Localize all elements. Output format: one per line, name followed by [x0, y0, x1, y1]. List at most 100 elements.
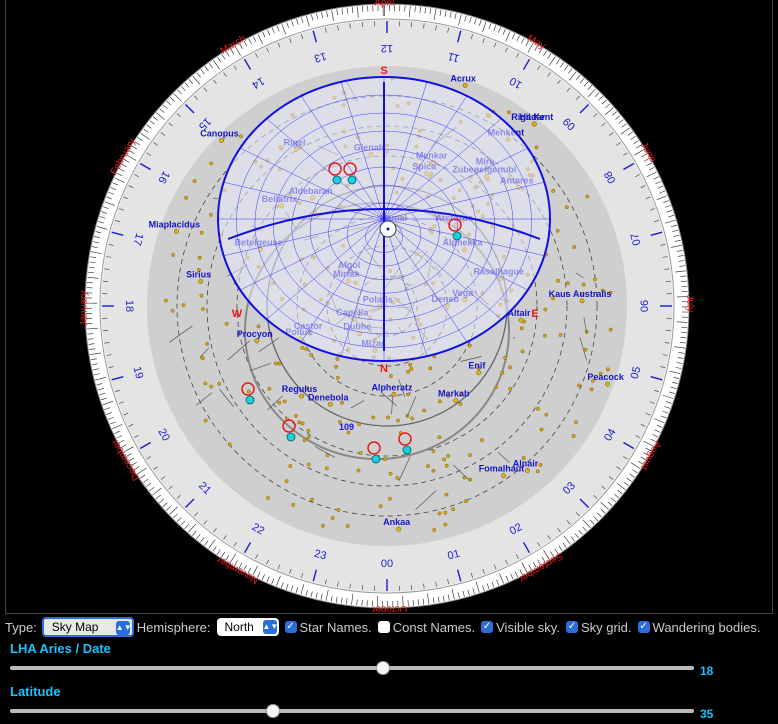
lha-slider-thumb[interactable] [375, 661, 390, 675]
sky-grid-checkbox[interactable]: ✓ [565, 621, 578, 633]
star-dot [437, 435, 442, 440]
star-dot [406, 392, 411, 397]
named-star [453, 398, 459, 404]
star-dot [310, 497, 314, 502]
star-label: Enif [468, 361, 486, 371]
hour-label: 00 [381, 558, 393, 570]
star-dot [209, 212, 213, 217]
star-dot [197, 255, 202, 260]
star-dot [302, 438, 307, 443]
hour-label: 18 [123, 300, 135, 312]
star-dot [238, 134, 243, 139]
star-dot [508, 365, 512, 370]
cardinal-north: N [380, 363, 388, 375]
star-dot [437, 511, 442, 516]
star-dot [294, 413, 298, 418]
star-dot [277, 400, 282, 405]
star-dot [444, 463, 449, 468]
star-dot [282, 399, 287, 404]
month-label: January [78, 291, 89, 327]
star-dot [205, 342, 209, 346]
planet-mars-2 [245, 395, 255, 405]
named-star [396, 526, 402, 532]
star-label: Alnair [513, 459, 539, 469]
const-names-checkbox[interactable]: ✓ [377, 621, 390, 633]
planet-saturn [402, 445, 412, 455]
named-star [198, 279, 204, 284]
star-dot [432, 528, 437, 532]
wandering-bodies-label: Wandering bodies. [652, 619, 761, 635]
hour-label: 06 [639, 300, 651, 312]
star-dot [356, 468, 361, 473]
visible-sky-checkbox[interactable]: ✓ [481, 621, 494, 633]
latitude-slider-thumb[interactable] [266, 704, 281, 718]
star-dot [608, 327, 613, 332]
hemisphere-label: Hemisphere: [136, 619, 211, 635]
star-dot [309, 353, 314, 357]
star-dot [468, 453, 472, 458]
hemisphere-select-value: North [224, 620, 254, 634]
latitude-slider[interactable] [10, 704, 694, 718]
named-star [299, 393, 305, 399]
star-dot [164, 298, 168, 303]
star-dot [426, 464, 430, 469]
named-star [219, 138, 224, 143]
star-dot [558, 333, 563, 337]
lha-value: 18 [700, 664, 714, 678]
star-label: Ankaa [383, 517, 411, 527]
star-dot [564, 205, 569, 210]
star-dot [556, 278, 561, 283]
star-dot [543, 333, 547, 338]
star-dot [300, 345, 305, 350]
named-star [327, 401, 333, 407]
star-label: Peacock [587, 372, 625, 382]
latitude-slider-label: Latitude [10, 684, 61, 699]
star-dot [358, 451, 363, 455]
star-dot [334, 364, 338, 369]
star-dot [539, 427, 544, 432]
star-dot [451, 507, 456, 512]
type-select[interactable]: Sky Map ▲▼ [41, 617, 134, 637]
star-dot [458, 402, 463, 406]
star-dot [520, 349, 525, 354]
star-dot [606, 367, 610, 372]
star-dot [544, 412, 549, 417]
planisphere[interactable]: 5101520253051015202530510152025305101520… [6, 0, 772, 612]
type-select-value: Sky Map [51, 620, 99, 634]
planet-moon [452, 231, 462, 241]
sky-map-panel[interactable]: 5101520253051015202530510152025305101520… [5, 0, 773, 614]
named-star [254, 338, 260, 344]
named-star [518, 317, 524, 323]
lha-slider-label: LHA Aries / Date [10, 641, 111, 656]
named-star [525, 468, 530, 473]
named-star [605, 381, 611, 387]
star-label: Acrux [450, 73, 476, 83]
star-dot [284, 479, 289, 484]
star-dot [503, 355, 508, 360]
star-dot [300, 421, 305, 426]
cardinal-east: E [531, 308, 538, 320]
star-dot [406, 369, 411, 374]
star-dot [431, 449, 436, 454]
star-dot [581, 282, 586, 287]
star-dot [442, 457, 447, 462]
star-dot [437, 399, 442, 404]
star-dot [585, 194, 590, 199]
hour-label: 12 [381, 42, 393, 54]
star-dot [288, 464, 293, 468]
star-dot [428, 366, 433, 371]
star-dot [201, 307, 205, 311]
star-dot [577, 383, 582, 388]
star-dot [507, 110, 511, 115]
month-label: April [374, 0, 394, 9]
star-dot [535, 469, 540, 474]
star-dot [209, 384, 214, 389]
star-names-checkbox[interactable]: ✓ [284, 621, 297, 633]
lha-slider[interactable] [10, 661, 694, 675]
planet-venus [347, 175, 357, 185]
hemisphere-select[interactable]: North ▲▼ [216, 618, 279, 636]
star-dot [589, 387, 594, 392]
wandering-bodies-checkbox[interactable]: ✓ [637, 621, 650, 633]
star-label: Kaus Australis [549, 289, 612, 299]
star-dot [203, 418, 208, 423]
